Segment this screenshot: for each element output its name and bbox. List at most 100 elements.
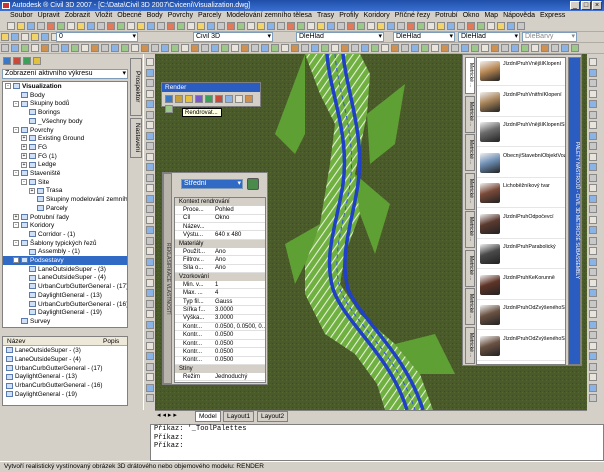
toolbar-icon[interactable]	[277, 22, 286, 30]
tool-icon[interactable]	[589, 173, 597, 182]
menu-item-9[interactable]: Trasy	[317, 12, 334, 19]
toolspace-icon[interactable]	[3, 57, 11, 65]
render-tool-icon[interactable]	[245, 95, 253, 103]
tool-icon[interactable]	[589, 299, 597, 308]
toolbar-icon[interactable]	[137, 22, 146, 30]
property-value[interactable]: 0.0500	[215, 348, 233, 357]
toolbar-icon[interactable]	[97, 22, 106, 30]
tool-icon[interactable]	[146, 100, 154, 108]
toolbar-icon[interactable]	[257, 22, 266, 30]
tool-icon[interactable]	[146, 194, 154, 203]
toolbar-icon[interactable]	[351, 44, 359, 52]
tree-node[interactable]: - Koridory	[3, 221, 54, 230]
tree-node[interactable]: DaylightGeneral - (13)	[3, 291, 102, 300]
toolbar-icon[interactable]	[327, 22, 336, 30]
tree-node[interactable]: - Šablony typických řezů	[3, 239, 96, 248]
palette-item[interactable]: JízdníPruhVnějšíKlopení	[477, 58, 565, 86]
toolbar-icon[interactable]	[37, 22, 46, 30]
toolbar-icon[interactable]	[531, 44, 539, 52]
list-item[interactable]: UrbanCurbGutterGeneral - (17)	[3, 365, 103, 374]
property-row[interactable]: Síla o... Ano	[175, 264, 265, 273]
tool-icon[interactable]	[589, 205, 597, 213]
toolbar-icon[interactable]	[151, 44, 159, 52]
toolbar-icon[interactable]	[117, 22, 126, 30]
toolbar-icon[interactable]	[401, 44, 409, 52]
toolbar-icon[interactable]	[207, 22, 216, 30]
tool-icon[interactable]	[589, 310, 597, 318]
palette-tab[interactable]: Metrické ...	[465, 57, 475, 94]
toolbar-icon[interactable]	[521, 44, 529, 52]
property-row[interactable]: Filtrov... Ano	[175, 256, 265, 265]
render-tool-icon[interactable]	[225, 95, 233, 103]
collapse-icon[interactable]: -	[21, 178, 27, 185]
tool-icon[interactable]	[589, 352, 597, 360]
menu-item-14[interactable]: Okno	[463, 12, 480, 19]
property-row[interactable]: Název...	[175, 223, 265, 232]
menu-item-8[interactable]: Modelování zemního tělesa	[226, 12, 312, 19]
tree-node[interactable]: - Podsestavy	[3, 256, 127, 265]
toolbar-icon[interactable]	[217, 22, 226, 30]
palette-item[interactable]: JízdníPruhVnitřníKlopení	[477, 89, 565, 117]
toolbar-icon[interactable]	[221, 44, 229, 52]
toolbar-icon[interactable]	[441, 44, 449, 52]
tool-icon[interactable]	[589, 121, 597, 129]
tool-icon[interactable]	[146, 110, 154, 119]
toolbar-icon[interactable]	[71, 44, 79, 52]
tool-icon[interactable]	[589, 341, 597, 350]
property-row[interactable]: Max. ... 4	[175, 289, 265, 298]
tool-icon[interactable]	[589, 89, 597, 98]
tree-node[interactable]: + Potrubní řady	[3, 213, 69, 222]
toolbar-icon[interactable]	[427, 22, 436, 30]
toolbar-icon[interactable]	[297, 22, 306, 30]
tool-icon[interactable]	[146, 236, 154, 245]
tool-icon[interactable]	[146, 320, 154, 329]
toolbar-icon[interactable]	[337, 22, 346, 30]
plotstyle-combo[interactable]: DleBarvy	[522, 32, 577, 42]
render-tool-icon[interactable]	[215, 95, 223, 103]
toolbar-icon[interactable]	[291, 44, 299, 52]
tool-icon[interactable]	[589, 362, 597, 371]
list-item[interactable]: UrbanCurbGutterGeneral - (16)	[3, 382, 103, 391]
property-row[interactable]: Proce... Pohled	[175, 206, 265, 215]
tree-node[interactable]: + Existing Ground	[3, 134, 84, 143]
expand-icon[interactable]: +	[29, 187, 35, 194]
property-value[interactable]: 4	[215, 289, 218, 298]
toolbar-icon[interactable]	[417, 22, 426, 30]
toolbar-icon[interactable]	[561, 44, 569, 52]
tree-node[interactable]: DaylightGeneral - (19)	[3, 308, 102, 317]
property-row[interactable]: Použít... Ano	[175, 248, 265, 257]
toolbar-icon[interactable]	[361, 44, 369, 52]
menu-item-12[interactable]: Příčné řezy	[395, 12, 430, 19]
list-item[interactable]: DaylightGeneral - (19)	[3, 391, 77, 400]
toolbar-icon[interactable]	[501, 44, 509, 52]
toolbar-icon[interactable]	[357, 22, 366, 30]
render-teapot-icon[interactable]	[247, 178, 259, 190]
settings-icon[interactable]	[33, 57, 41, 65]
property-value[interactable]: 640 x 480	[215, 231, 241, 240]
render-tool-icon[interactable]	[235, 95, 243, 103]
tab-settings[interactable]: Nastavení	[130, 118, 142, 158]
property-value[interactable]: 3.0000	[215, 314, 233, 323]
command-prompt[interactable]: Příkaz:	[154, 442, 603, 451]
tool-icon[interactable]	[589, 100, 597, 108]
tool-icon[interactable]	[146, 352, 154, 360]
property-row[interactable]: Režim Jednoduchý	[175, 373, 265, 382]
toolbar-icon[interactable]	[227, 22, 236, 30]
toolbar-icon[interactable]	[77, 22, 86, 30]
tree-node[interactable]: LaneOutsideSuper - (4)	[3, 273, 106, 282]
toolbar-icon[interactable]	[511, 44, 519, 52]
tool-icon[interactable]	[146, 289, 154, 297]
tool-icon[interactable]	[589, 110, 597, 119]
toolbar-icon[interactable]	[391, 44, 399, 52]
prospector-tree[interactable]: - Visualization Body - Skupiny bodů Borings _V…	[2, 81, 128, 328]
tree-node[interactable]: Skupiny modelování zemního tělesa	[3, 195, 127, 204]
tool-icon[interactable]	[589, 184, 597, 192]
property-value[interactable]: Ano	[215, 256, 226, 265]
toolbar-icon[interactable]	[91, 44, 99, 52]
render-tool-icon[interactable]	[185, 95, 193, 103]
toolbar-icon[interactable]	[101, 44, 109, 52]
property-value[interactable]: Pohled	[215, 206, 234, 215]
menu-item-10[interactable]: Profily	[339, 12, 358, 19]
toolbar-icon[interactable]	[197, 22, 206, 30]
palette-tab[interactable]: Metrické ...	[465, 95, 475, 133]
